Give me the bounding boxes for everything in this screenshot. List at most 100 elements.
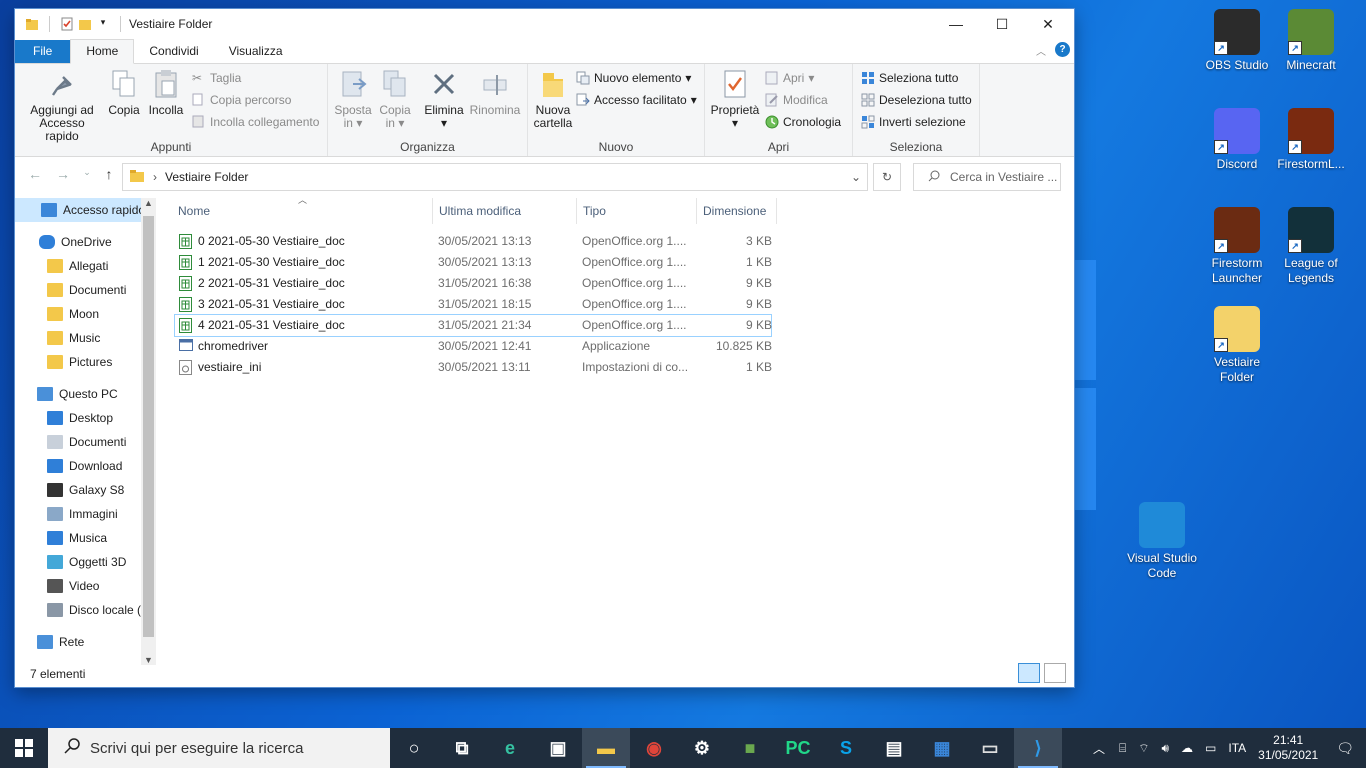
taskbar-pycharm-button[interactable]: PC — [774, 728, 822, 768]
copy-to-button[interactable]: Copia in ▾ — [376, 68, 414, 130]
file-row[interactable]: vestiaire_ini 30/05/2021 13:11 Impostazion… — [175, 357, 772, 378]
new-folder-quick-icon[interactable] — [78, 17, 92, 31]
nav-item-allegati[interactable]: Allegati — [15, 254, 156, 278]
pin-quick-access-button[interactable]: Aggiungi ad Accesso rapido — [21, 68, 103, 143]
easy-access-button[interactable]: Accesso facilitato ▾ — [576, 90, 697, 110]
recent-locations-icon[interactable]: ⌄ — [75, 167, 99, 178]
nav-item-questo-pc[interactable]: Questo PC — [15, 382, 156, 406]
desktop-icon-vscode[interactable]: Visual Studio Code — [1126, 502, 1198, 581]
column-header-size[interactable]: Dimensione — [703, 198, 766, 224]
move-to-button[interactable]: Sposta in ▾ — [334, 68, 372, 130]
address-bar[interactable]: › Vestiaire Folder ⌄ — [122, 163, 868, 191]
tab-visualizza[interactable]: Visualizza — [214, 40, 298, 63]
invert-selection-button[interactable]: Inverti selezione — [861, 112, 966, 132]
file-row[interactable]: 4 2021-05-31 Vestiaire_doc 31/05/2021 21:… — [174, 314, 772, 337]
maximize-button[interactable]: ☐ — [979, 9, 1025, 39]
taskbar-search-box[interactable]: Scrivi qui per eseguire la ricerca — [48, 728, 390, 768]
file-row[interactable]: chromedriver 30/05/2021 12:41 Applicazione… — [175, 336, 772, 357]
refresh-button[interactable]: ↻ — [873, 163, 901, 191]
copy-path-button[interactable]: Copia percorso — [192, 90, 291, 110]
large-icons-view-button[interactable] — [1044, 663, 1066, 683]
column-header-type[interactable]: Tipo — [583, 198, 606, 224]
nav-item-musica[interactable]: Musica — [15, 526, 156, 550]
search-box[interactable]: Cerca in Vestiaire ... — [913, 163, 1061, 191]
nav-item-pictures[interactable]: Pictures — [15, 350, 156, 374]
nav-scrollbar[interactable]: ▲ ▼ — [141, 198, 156, 665]
details-view-button[interactable] — [1018, 663, 1040, 683]
scroll-thumb[interactable] — [143, 216, 154, 637]
new-item-button[interactable]: Nuovo elemento ▾ — [576, 68, 691, 88]
taskbar-calendar-button[interactable]: ▦ — [918, 728, 966, 768]
properties-quick-icon[interactable] — [60, 17, 74, 31]
taskbar-edge-button[interactable]: e — [486, 728, 534, 768]
taskbar-notepad-button[interactable]: ▤ — [870, 728, 918, 768]
desktop-icon-discord[interactable]: ↗ Discord — [1201, 108, 1273, 172]
language-indicator[interactable]: ITA — [1228, 741, 1246, 755]
nav-item-oggetti-3d[interactable]: Oggetti 3D — [15, 550, 156, 574]
desktop-icon-minecraft[interactable]: ↗ Minecraft — [1275, 9, 1347, 73]
desktop-icon-folder[interactable]: ↗ Vestiaire Folder — [1201, 306, 1273, 385]
show-hidden-icons[interactable]: ︿ — [1093, 740, 1105, 757]
taskbar-task-view-button[interactable]: ○ — [390, 728, 438, 768]
taskbar-skype-button[interactable]: S — [822, 728, 870, 768]
nav-item-rete[interactable]: Rete — [15, 630, 156, 654]
paste-shortcut-button[interactable]: Incolla collegamento — [192, 112, 319, 132]
nav-item-documenti[interactable]: Documenti — [15, 278, 156, 302]
breadcrumb-chevron-icon[interactable]: › — [153, 170, 157, 184]
taskbar-settings-button[interactable]: ⚙ — [678, 728, 726, 768]
meet-now-icon[interactable]: ⌸ — [1119, 741, 1126, 756]
help-icon[interactable]: ? — [1055, 42, 1070, 57]
tab-condividi[interactable]: Condividi — [134, 40, 213, 63]
clock[interactable]: 21:41 31/05/2021 — [1258, 733, 1318, 763]
properties-button[interactable]: Proprietà ▾ — [709, 68, 761, 130]
start-button[interactable] — [0, 728, 48, 768]
nav-item-disco-locale[interactable]: Disco locale ( — [15, 598, 156, 622]
taskbar-timeline-button[interactable]: ⧉ — [438, 728, 486, 768]
nav-item-music[interactable]: Music — [15, 326, 156, 350]
nav-item-desktop[interactable]: Desktop — [15, 406, 156, 430]
nav-item-accesso-rapido[interactable]: Accesso rapido — [15, 198, 156, 222]
open-button[interactable]: Apri ▾ — [765, 68, 814, 88]
taskbar-chrome-button[interactable]: ◉ — [630, 728, 678, 768]
copy-button[interactable]: Copia — [105, 68, 143, 117]
nav-item-moon[interactable]: Moon — [15, 302, 156, 326]
new-folder-button[interactable]: Nuova cartella — [532, 68, 574, 130]
customize-quick-access-icon[interactable]: ▾ — [96, 17, 110, 31]
address-dropdown-icon[interactable]: ⌄ — [851, 170, 861, 184]
collapse-ribbon-icon[interactable]: ︿ — [1036, 43, 1046, 58]
battery-icon[interactable]: ▭ — [1205, 741, 1216, 755]
tab-home[interactable]: Home — [70, 39, 135, 64]
taskbar-minecraft-button[interactable]: ■ — [726, 728, 774, 768]
delete-button[interactable]: Elimina ▾ — [422, 68, 466, 130]
close-button[interactable]: ✕ — [1025, 9, 1071, 39]
up-arrow-icon[interactable]: ↑ — [97, 166, 121, 182]
nav-item-onedrive[interactable]: OneDrive — [15, 230, 156, 254]
minimize-button[interactable]: — — [933, 9, 979, 39]
select-all-button[interactable]: Seleziona tutto — [861, 68, 958, 88]
select-none-button[interactable]: Deseleziona tutto — [861, 90, 972, 110]
file-row[interactable]: 1 2021-05-30 Vestiaire_doc 30/05/2021 13:… — [175, 252, 772, 273]
nav-item-galaxy-s8[interactable]: Galaxy S8 — [15, 478, 156, 502]
forward-arrow-icon[interactable]: → — [51, 166, 75, 182]
wifi-icon[interactable]: ⌔ — [1138, 741, 1149, 756]
desktop-icon-firestorm[interactable]: ↗ FirestormL... — [1275, 108, 1347, 172]
title-bar[interactable]: ▾ Vestiaire Folder — ☐ ✕ — [15, 9, 1074, 39]
paste-button[interactable]: Incolla — [145, 68, 187, 117]
column-header-modified[interactable]: Ultima modifica — [439, 198, 521, 224]
history-button[interactable]: Cronologia — [765, 112, 841, 132]
volume-icon[interactable]: 🔊︎ — [1161, 741, 1169, 756]
desktop-icon-league[interactable]: ↗ League of Legends — [1275, 207, 1347, 286]
onedrive-icon[interactable]: ☁ — [1181, 741, 1193, 755]
nav-item-download[interactable]: Download — [15, 454, 156, 478]
taskbar-vscode-button[interactable]: ⟩ — [1014, 728, 1062, 768]
notifications-icon[interactable]: 🗨︎ — [1336, 740, 1354, 757]
nav-item-documenti[interactable]: Documenti — [15, 430, 156, 454]
nav-item-immagini[interactable]: Immagini — [15, 502, 156, 526]
back-arrow-icon[interactable]: ← — [23, 166, 47, 182]
file-row[interactable]: 3 2021-05-31 Vestiaire_doc 31/05/2021 18:… — [175, 294, 772, 315]
desktop-icon-firestorm-launcher[interactable]: ↗ Firestorm Launcher — [1201, 207, 1273, 286]
rename-button[interactable]: Rinomina — [468, 68, 522, 117]
nav-item-video[interactable]: Video — [15, 574, 156, 598]
column-header-name[interactable]: Nome — [178, 198, 210, 224]
scroll-down-icon[interactable]: ▼ — [144, 655, 153, 665]
